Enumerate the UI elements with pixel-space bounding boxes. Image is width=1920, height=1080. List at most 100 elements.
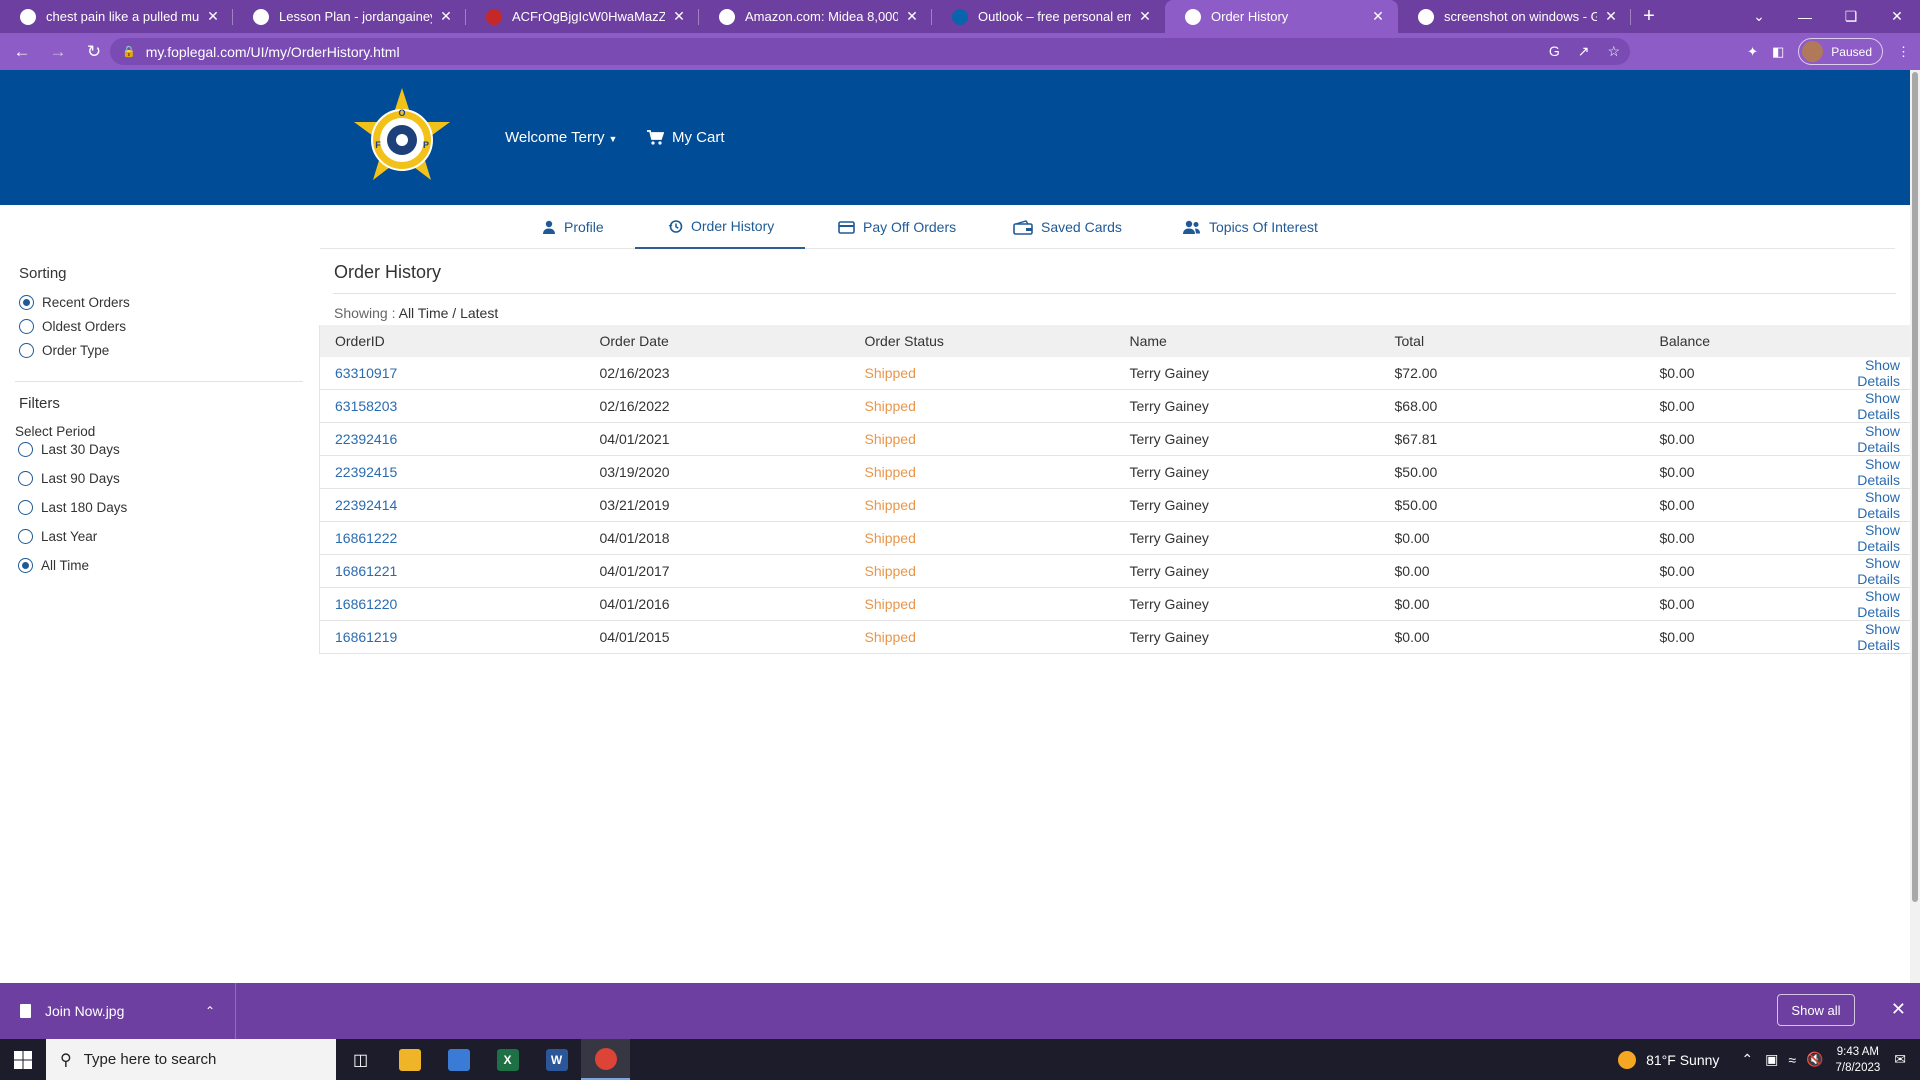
network-icon[interactable]: ≈: [1788, 1052, 1796, 1068]
share-icon[interactable]: ↗: [1578, 43, 1590, 60]
tab-topics-of-interest[interactable]: Topics Of Interest: [1182, 205, 1318, 249]
period-all-time[interactable]: All Time: [18, 558, 89, 573]
google-lens-icon[interactable]: G: [1549, 43, 1560, 60]
browser-tab[interactable]: Outlook – free personal email an ✕: [932, 0, 1165, 33]
show-details-link[interactable]: Show Details: [1804, 620, 1910, 654]
order-id-link[interactable]: 16861219: [319, 620, 585, 654]
order-id-link[interactable]: 22392415: [319, 455, 585, 489]
browser-tab[interactable]: Order History ✕: [1165, 0, 1398, 33]
page-scrollbar[interactable]: [1910, 70, 1920, 983]
show-details-link[interactable]: Show Details: [1804, 554, 1910, 588]
sort-oldest-orders[interactable]: Oldest Orders: [19, 319, 126, 334]
file-explorer-icon[interactable]: [385, 1039, 434, 1080]
restore-button[interactable]: ❏: [1828, 0, 1874, 33]
show-details-link[interactable]: Show Details: [1804, 455, 1910, 489]
chrome-icon[interactable]: [581, 1039, 630, 1080]
col-name[interactable]: Name: [1114, 325, 1380, 357]
chevron-up-icon[interactable]: ⌃: [205, 1004, 215, 1018]
order-id-link[interactable]: 63158203: [319, 389, 585, 423]
close-window-button[interactable]: ✕: [1874, 0, 1920, 33]
radio-unchecked[interactable]: [18, 442, 33, 457]
radio-unchecked[interactable]: [18, 500, 33, 515]
browser-tab[interactable]: screenshot on windows - Googl ✕: [1398, 0, 1631, 33]
address-bar[interactable]: 🔒 my.foplegal.com/UI/my/OrderHistory.htm…: [110, 38, 1630, 65]
show-details-link[interactable]: Show Details: [1804, 389, 1910, 423]
new-tab-button[interactable]: +: [1631, 0, 1667, 33]
tab-pay-off-orders[interactable]: Pay Off Orders: [838, 205, 956, 249]
clock[interactable]: 9:43 AM 7/8/2023: [1836, 1044, 1881, 1076]
side-panel-icon[interactable]: ◧: [1772, 44, 1784, 60]
col-total[interactable]: Total: [1379, 325, 1645, 357]
windows-start-button[interactable]: [0, 1039, 46, 1080]
welcome-dropdown[interactable]: Welcome Terry ▼: [505, 129, 617, 146]
forward-button[interactable]: →: [44, 38, 72, 66]
period-last-year[interactable]: Last Year: [18, 529, 97, 544]
close-tab-icon[interactable]: ✕: [438, 8, 454, 25]
chevron-up-icon[interactable]: ⌃: [1741, 1051, 1753, 1068]
close-tab-icon[interactable]: ✕: [1370, 8, 1386, 25]
period-last-30-days[interactable]: Last 30 Days: [18, 442, 120, 457]
close-tab-icon[interactable]: ✕: [1137, 8, 1153, 25]
fop-logo[interactable]: O F P: [350, 86, 454, 190]
close-icon[interactable]: ✕: [1891, 999, 1906, 1020]
close-tab-icon[interactable]: ✕: [671, 8, 687, 25]
meet-now-icon[interactable]: ▣: [1765, 1051, 1778, 1068]
back-button[interactable]: ←: [8, 38, 36, 66]
browser-tab[interactable]: ACFrOgBjgIcW0HwaMazZreuz3l ✕: [466, 0, 699, 33]
close-tab-icon[interactable]: ✕: [904, 8, 920, 25]
menu-kebab-icon[interactable]: ⋮: [1897, 44, 1910, 60]
browser-tab[interactable]: Amazon.com: Midea 8,000 BTU U ✕: [699, 0, 932, 33]
profile-button[interactable]: Paused: [1798, 38, 1883, 65]
bookmark-star-icon[interactable]: ☆: [1607, 43, 1620, 60]
sort-order-type[interactable]: Order Type: [19, 343, 109, 358]
radio-unchecked[interactable]: [19, 343, 34, 358]
order-id-link[interactable]: 16861221: [319, 554, 585, 588]
extensions-icon[interactable]: ✦: [1747, 44, 1758, 60]
show-details-link[interactable]: Show Details: [1804, 422, 1910, 456]
tab-profile[interactable]: Profile: [542, 205, 604, 249]
radio-unchecked[interactable]: [18, 471, 33, 486]
order-id-link[interactable]: 63310917: [319, 357, 585, 390]
weather-icon[interactable]: [1618, 1050, 1637, 1069]
order-id-link[interactable]: 16861220: [319, 587, 585, 621]
excel-icon[interactable]: X: [483, 1039, 532, 1080]
show-details-link[interactable]: Show Details: [1804, 521, 1910, 555]
show-details-link[interactable]: Show Details: [1804, 357, 1910, 390]
microsoft-store-icon[interactable]: [434, 1039, 483, 1080]
minimize-button[interactable]: —: [1782, 0, 1828, 33]
browser-tab[interactable]: Lesson Plan - jordangainey1@gm ✕: [233, 0, 466, 33]
reload-button[interactable]: ↻: [80, 38, 108, 66]
col-order-date[interactable]: Order Date: [584, 325, 850, 357]
sort-recent-orders[interactable]: Recent Orders: [19, 295, 130, 310]
radio-checked[interactable]: [19, 295, 34, 310]
word-icon[interactable]: W: [532, 1039, 581, 1080]
show-all-button[interactable]: Show all: [1777, 994, 1855, 1026]
lock-icon[interactable]: 🔒: [122, 45, 136, 58]
tab-saved-cards[interactable]: Saved Cards: [1013, 205, 1122, 249]
order-id-link[interactable]: 16861222: [319, 521, 585, 555]
tab-order-history[interactable]: Order History: [635, 205, 805, 249]
col-order-id[interactable]: OrderID: [319, 325, 585, 357]
period-last-90-days[interactable]: Last 90 Days: [18, 471, 120, 486]
col-balance[interactable]: Balance: [1644, 325, 1805, 357]
radio-unchecked[interactable]: [18, 529, 33, 544]
radio-unchecked[interactable]: [19, 319, 34, 334]
show-details-link[interactable]: Show Details: [1804, 488, 1910, 522]
weather-text[interactable]: 81°F Sunny: [1646, 1052, 1719, 1068]
task-view-icon[interactable]: ◫: [336, 1039, 385, 1080]
period-last-180-days[interactable]: Last 180 Days: [18, 500, 127, 515]
order-id-link[interactable]: 22392416: [319, 422, 585, 456]
col-order-status[interactable]: Order Status: [849, 325, 1115, 357]
notification-icon[interactable]: ✉: [1894, 1051, 1906, 1068]
browser-tab[interactable]: chest pain like a pulled muscle c ✕: [0, 0, 233, 33]
close-tab-icon[interactable]: ✕: [205, 8, 221, 25]
my-cart-link[interactable]: My Cart: [647, 129, 725, 146]
url-text[interactable]: my.foplegal.com/UI/my/OrderHistory.html: [146, 44, 400, 60]
close-tab-icon[interactable]: ✕: [1603, 8, 1619, 25]
radio-checked[interactable]: [18, 558, 33, 573]
order-id-link[interactable]: 22392414: [319, 488, 585, 522]
download-item[interactable]: Join Now.jpg ⌃: [0, 983, 236, 1039]
volume-muted-icon[interactable]: 🔇: [1806, 1051, 1823, 1068]
show-details-link[interactable]: Show Details: [1804, 587, 1910, 621]
taskbar-search[interactable]: ⚲ Type here to search: [46, 1039, 336, 1080]
